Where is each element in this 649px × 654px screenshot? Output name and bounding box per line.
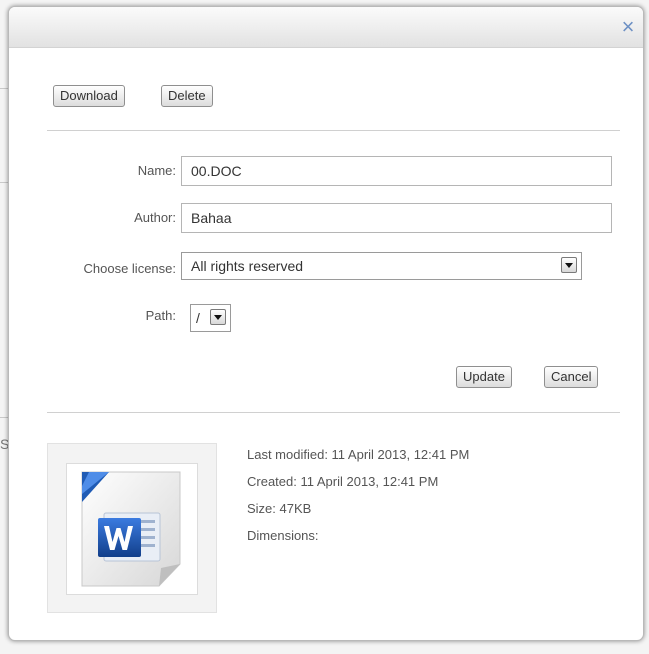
word-document-icon <box>81 471 181 587</box>
chevron-down-icon[interactable] <box>561 257 577 273</box>
dimensions-text: Dimensions: <box>247 528 319 543</box>
chevron-down-icon[interactable] <box>210 309 226 325</box>
actions-divider <box>47 412 620 413</box>
name-field[interactable]: 00.DOC <box>181 156 612 186</box>
delete-button[interactable]: Delete <box>161 85 213 107</box>
created-text: Created: 11 April 2013, 12:41 PM <box>247 474 439 489</box>
license-label: Choose license: <box>83 261 177 276</box>
close-icon[interactable]: × <box>617 16 639 38</box>
download-button[interactable]: Download <box>53 85 125 107</box>
path-selected-value: / <box>196 310 200 326</box>
cancel-button[interactable]: Cancel <box>544 366 599 388</box>
size-text: Size: 47KB <box>247 501 312 516</box>
license-select[interactable]: All rights reserved <box>181 252 582 280</box>
path-select[interactable]: / <box>190 304 231 332</box>
author-label: Author: <box>134 210 176 225</box>
file-details-dialog: × Download Delete Name: 00.DOC Author: B… <box>8 6 644 641</box>
path-label: Path: <box>145 308 176 323</box>
dialog-header: × <box>9 7 643 48</box>
author-field[interactable]: Bahaa <box>181 203 612 233</box>
update-button[interactable]: Update <box>456 366 512 388</box>
file-thumbnail <box>66 463 198 595</box>
toolbar-divider <box>47 130 620 131</box>
last-modified-text: Last modified: 11 April 2013, 12:41 PM <box>247 447 470 462</box>
file-thumbnail-frame <box>47 443 217 613</box>
license-selected-value: All rights reserved <box>191 258 304 274</box>
name-label: Name: <box>137 163 176 178</box>
